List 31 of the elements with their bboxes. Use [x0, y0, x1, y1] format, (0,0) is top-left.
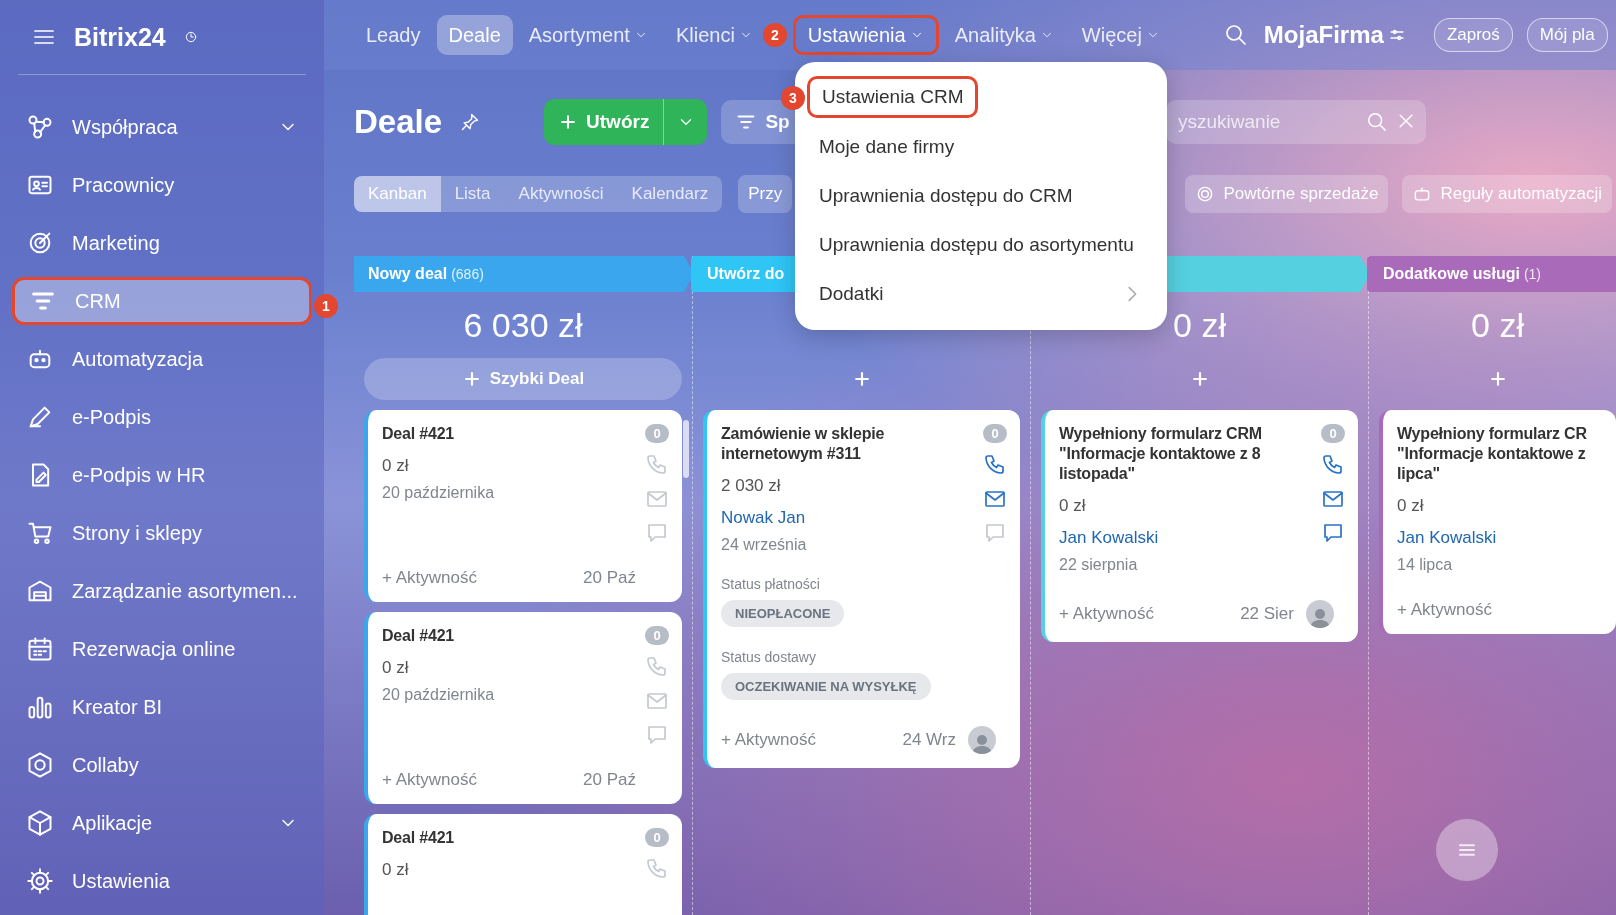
status-tag: NIEOPŁACONE: [721, 600, 845, 627]
step-number-badge: 1: [314, 294, 338, 318]
deal-date: 14 lipca: [1397, 556, 1454, 574]
page-title: Deale: [354, 103, 443, 141]
field-label: Status dostawy: [721, 649, 817, 665]
deal-amount: 0 zł: [1059, 496, 1087, 516]
deal-amount: 2 030 zł: [721, 476, 782, 496]
deal-date: 20 października: [382, 484, 496, 502]
activity-date: 22 Sier: [1240, 604, 1294, 624]
deal-amount: 0 zł: [382, 658, 410, 678]
deal-date: 24 września: [721, 536, 808, 554]
stage-total: 6 030 zł: [463, 305, 583, 345]
counter-badge: 0: [645, 626, 669, 645]
activity-date: 20 Paź: [583, 770, 636, 790]
stage-total: 0 zł: [1471, 305, 1524, 345]
counter-badge: 0: [645, 424, 669, 443]
field-label: Status płatności: [721, 576, 821, 592]
stage-total: 0 zł: [1173, 305, 1226, 345]
activity-date: 24 Wrz: [902, 730, 956, 750]
deal-amount: 0 zł: [382, 456, 410, 476]
step-number-badge: 3: [781, 86, 805, 110]
deal-amount: 0 zł: [1397, 496, 1425, 516]
status-tag: OCZEKIWANIE NA WYSYŁKĘ: [721, 673, 931, 700]
counter-badge: 0: [1321, 424, 1345, 443]
deal-date: 20 października: [382, 686, 496, 704]
deal-amount: 0 zł: [382, 860, 410, 880]
counter-badge: 0: [983, 424, 1007, 443]
deal-date: 22 sierpnia: [1059, 556, 1139, 574]
counter-badge: 0: [645, 828, 669, 847]
step-number-badge: 2: [762, 23, 787, 47]
activity-date: 20 Paź: [583, 568, 636, 588]
